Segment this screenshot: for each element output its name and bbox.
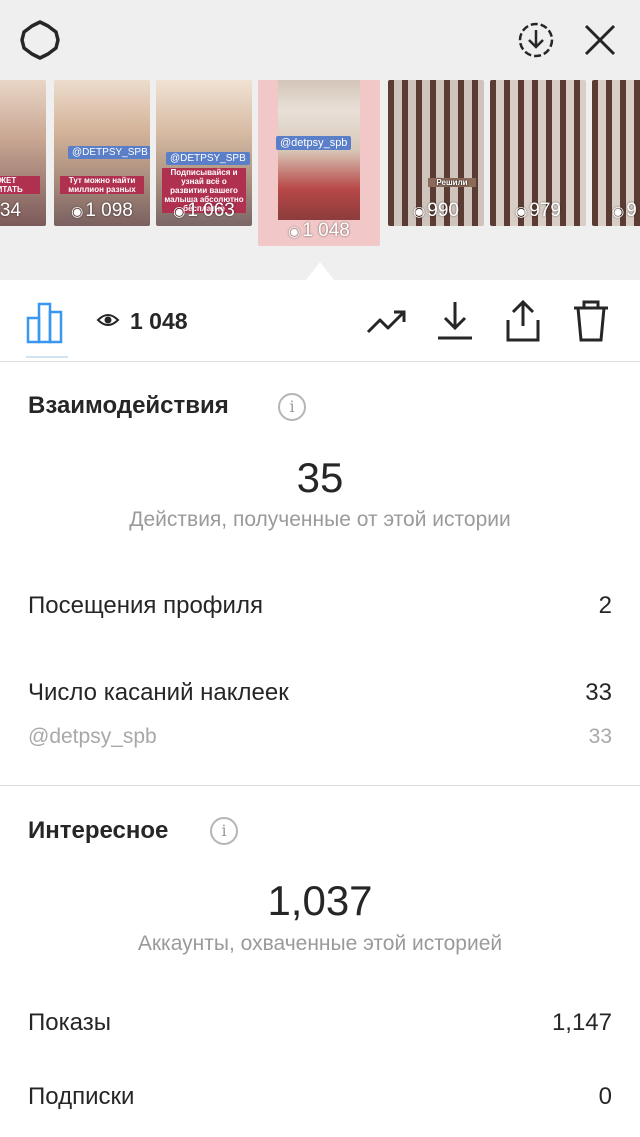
story-thumbnail[interactable]: ОМОЖЕТ ВОСПИТАТЬ ◉134: [0, 80, 46, 226]
sticker-taps-label: Число касаний наклеек: [28, 679, 289, 706]
story-thumbnail[interactable]: ◉ 979: [490, 80, 586, 226]
story-caption: Тут можно найти миллион разных: [60, 176, 144, 194]
story-views: ◉ 1 063: [173, 200, 235, 221]
story-views: ◉134: [0, 200, 21, 221]
sticker-taps-value: 33: [585, 679, 612, 706]
close-button[interactable]: [578, 18, 622, 62]
story-sticker: @detpsy_spb: [276, 136, 352, 150]
story-thumbnail[interactable]: @DETPSY_SPB Подписывайся и узнай всё о р…: [156, 80, 252, 226]
story-views: ◉ 1 048: [288, 220, 350, 241]
share-button[interactable]: [500, 298, 546, 344]
bar-chart-icon: [26, 302, 63, 344]
follows-label: Подписки: [28, 1083, 135, 1110]
story-thumbnail[interactable]: ◉ 9: [592, 80, 640, 226]
interactions-title: Взаимодействия: [28, 392, 229, 419]
share-icon: [506, 299, 540, 342]
selected-story-pointer: [306, 262, 334, 280]
close-icon: [584, 24, 616, 56]
info-icon[interactable]: i: [210, 817, 238, 845]
story-thumbnail-selected[interactable]: @detpsy_spb ◉ 1 048: [258, 80, 380, 246]
profile-visits-label: Посещения профиля: [28, 592, 263, 619]
settings-button[interactable]: [18, 18, 62, 62]
insights-tab[interactable]: [22, 296, 72, 346]
story-views: ◉ 990: [413, 200, 459, 221]
discovery-total: 1,037: [267, 877, 373, 924]
eye-icon: [96, 314, 120, 326]
section-divider: [0, 785, 640, 786]
save-button[interactable]: [432, 298, 478, 344]
impressions-value: 1,147: [551, 1009, 612, 1036]
story-thumbnail[interactable]: @DETPSY_SPB Тут можно найти миллион разн…: [54, 80, 150, 226]
story-views: ◉ 979: [515, 200, 561, 221]
trash-icon: [574, 300, 608, 342]
interactions-total-label: Действия, полученные от этой истории: [129, 508, 511, 531]
story-strip-area: ОМОЖЕТ ВОСПИТАТЬ ◉134 @DETPSY_SPB Тут мо…: [0, 0, 640, 280]
story-toolbar: 1 048: [0, 280, 640, 362]
gear-icon: [20, 20, 60, 60]
interactions-total: 35: [296, 454, 344, 501]
promote-button[interactable]: [364, 298, 410, 344]
story-sticker: @DETPSY_SPB: [68, 146, 150, 159]
sticker-mention-value: 33: [588, 725, 612, 748]
trending-icon: [366, 310, 406, 334]
discovery-title: Интересное: [28, 817, 169, 844]
tab-underline: [26, 356, 68, 358]
story-thumbnail[interactable]: Решили ◉ 990: [388, 80, 484, 226]
follows-value: 0: [598, 1083, 612, 1110]
download-icon: [438, 302, 472, 340]
story-caption: ОМОЖЕТ ВОСПИТАТЬ: [0, 176, 40, 194]
story-views: ◉ 9: [612, 200, 637, 221]
view-count: 1 048: [130, 308, 188, 334]
download-story-button[interactable]: [514, 18, 558, 62]
impressions-label: Показы: [28, 1009, 111, 1036]
delete-button[interactable]: [568, 298, 614, 344]
info-icon[interactable]: i: [278, 393, 306, 421]
story-image: [278, 80, 360, 220]
download-circle-icon: [518, 22, 554, 58]
story-sticker: @DETPSY_SPB: [166, 152, 250, 165]
sticker-mention-label: @detpsy_spb: [28, 725, 157, 748]
story-thumbnail-carousel[interactable]: ОМОЖЕТ ВОСПИТАТЬ ◉134 @DETPSY_SPB Тут мо…: [0, 80, 640, 250]
story-views: ◉ 1 098: [71, 200, 133, 221]
discovery-total-label: Аккаунты, охваченные этой историей: [137, 932, 503, 955]
story-caption: Решили: [428, 178, 476, 187]
profile-visits-value: 2: [598, 592, 612, 619]
